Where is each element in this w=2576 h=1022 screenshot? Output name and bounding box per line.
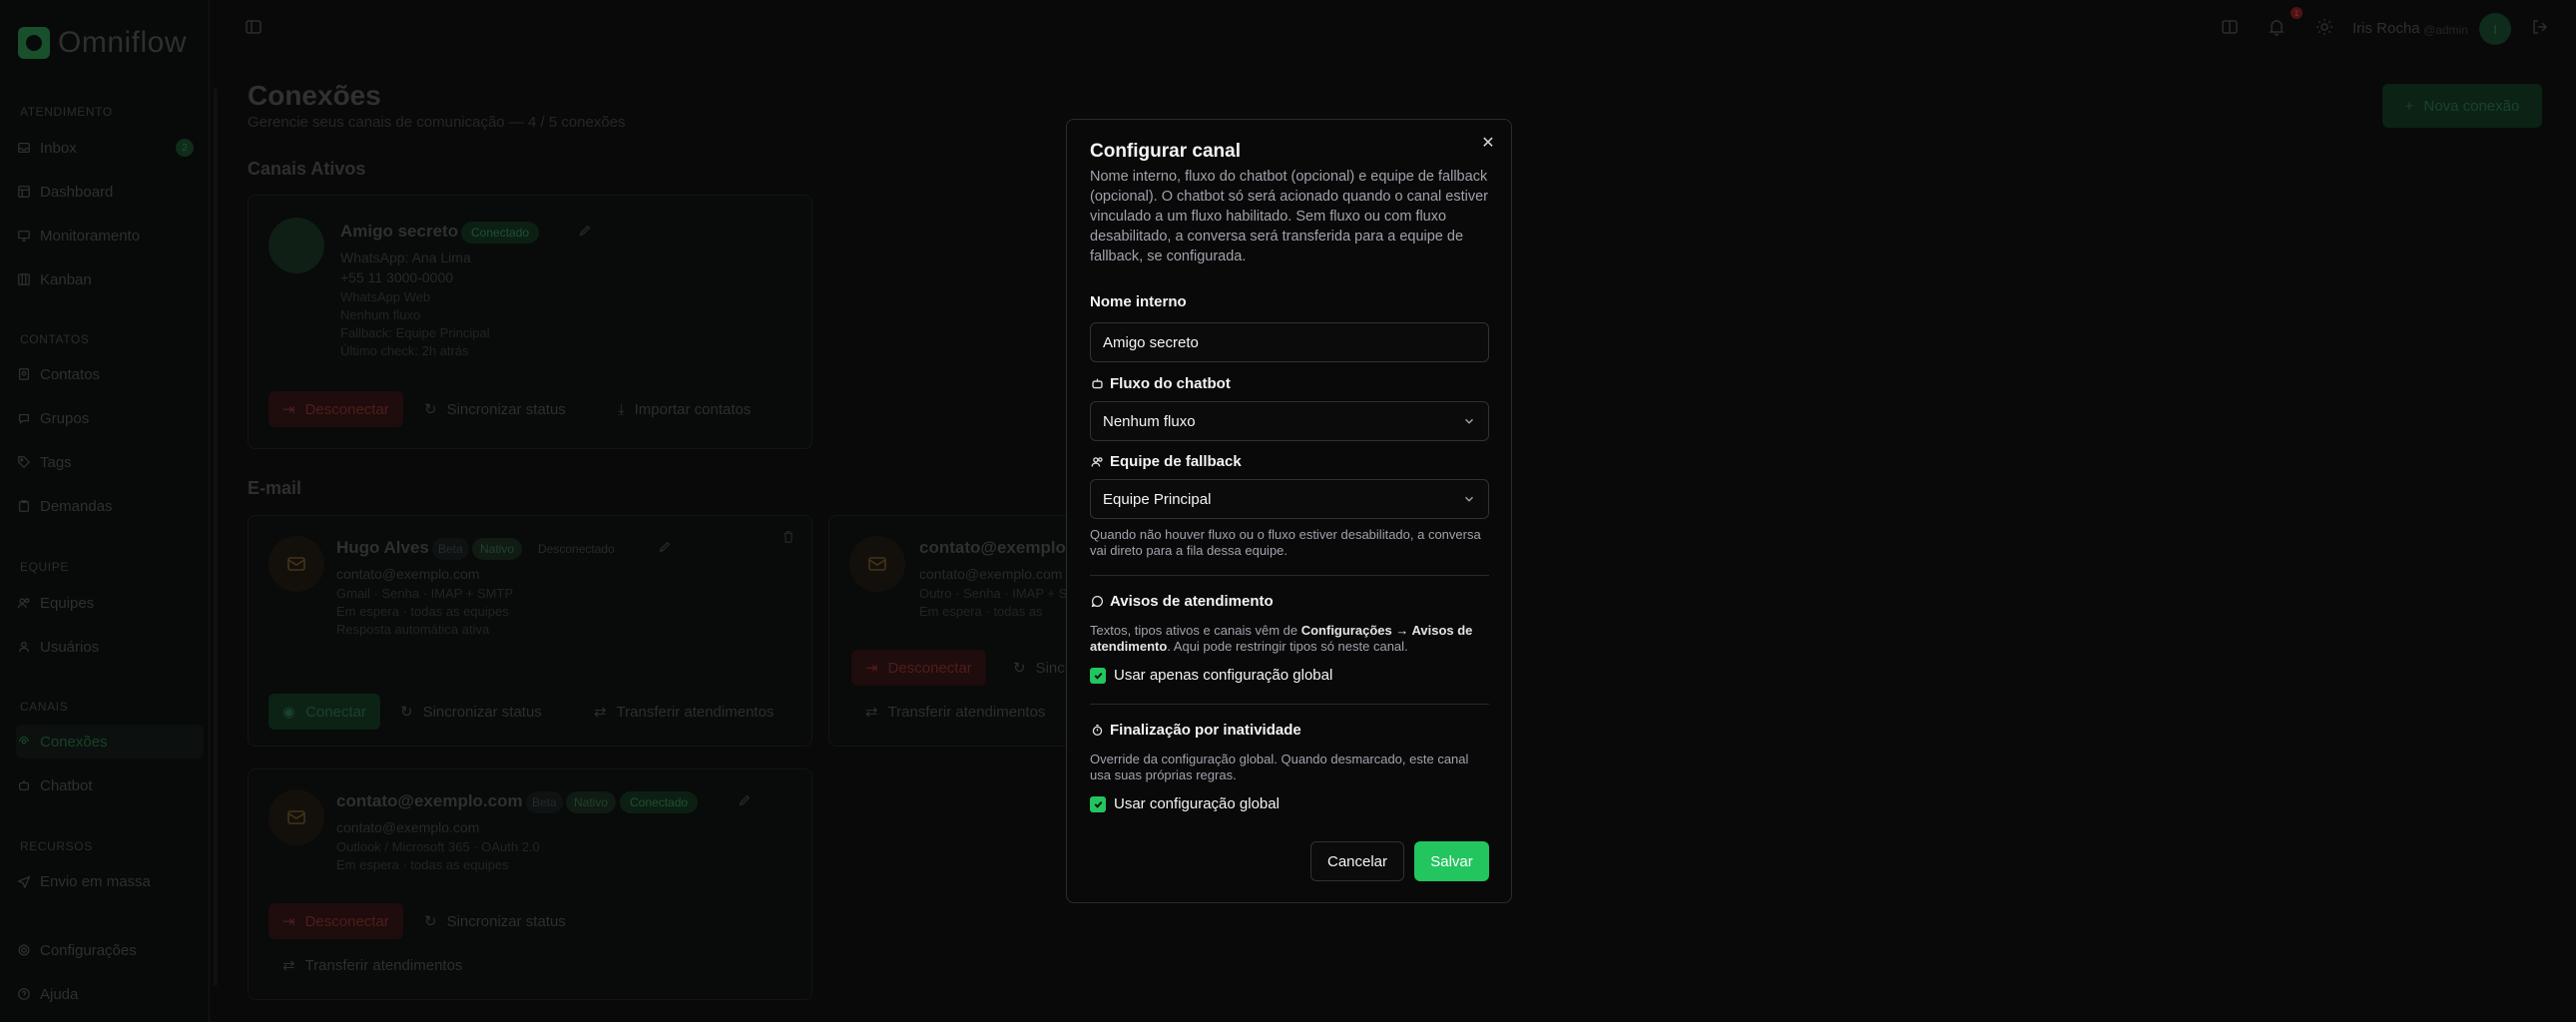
select-value: Equipe Principal: [1103, 490, 1212, 508]
divider: [1090, 704, 1489, 705]
internal-name-input[interactable]: [1090, 322, 1489, 362]
dialog-description: Nome interno, fluxo do chatbot (opcional…: [1090, 169, 1488, 264]
fallback-label: Equipe de fallback: [1090, 453, 1242, 470]
cancel-button[interactable]: Cancelar: [1310, 841, 1404, 881]
inactivity-label: Finalização por inatividade: [1090, 722, 1301, 739]
inactivity-global-checkbox[interactable]: Usar configuração global: [1090, 795, 1280, 812]
flow-label-text: Fluxo do chatbot: [1110, 375, 1231, 392]
chevron-down-icon: [1462, 414, 1476, 428]
message-circle-icon: [1090, 595, 1104, 609]
notices-help: Textos, tipos ativos e canais vêm de Con…: [1090, 623, 1489, 655]
timer-icon: [1090, 724, 1104, 738]
checkbox-label: Usar configuração global: [1114, 795, 1280, 812]
notices-label-text: Avisos de atendimento: [1110, 593, 1274, 610]
notices-global-checkbox[interactable]: Usar apenas configuração global: [1090, 667, 1332, 684]
checkbox-checked-icon[interactable]: [1090, 795, 1106, 812]
configure-channel-dialog: ✕ Configurar canal Nome interno, fluxo d…: [1066, 119, 1512, 903]
divider: [1090, 575, 1489, 576]
notices-label: Avisos de atendimento: [1090, 593, 1274, 610]
dialog-title: Configurar canal: [1090, 141, 1241, 162]
checkbox-checked-icon[interactable]: [1090, 667, 1106, 684]
checkbox-label: Usar apenas configuração global: [1114, 667, 1333, 684]
chevron-down-icon: [1462, 492, 1476, 506]
flow-label: Fluxo do chatbot: [1090, 375, 1231, 392]
fallback-team-select[interactable]: Equipe Principal: [1090, 479, 1489, 519]
name-label: Nome interno: [1090, 293, 1187, 310]
inactivity-label-text: Finalização por inatividade: [1110, 722, 1301, 739]
save-button[interactable]: Salvar: [1414, 841, 1489, 881]
select-value: Nenhum fluxo: [1103, 412, 1196, 430]
inactivity-help: Override da configuração global. Quando …: [1090, 752, 1469, 782]
bot-icon: [1090, 377, 1104, 391]
close-icon[interactable]: ✕: [1479, 134, 1497, 152]
help-text: . Aqui pode restringir tipos só neste ca…: [1167, 639, 1408, 654]
help-text: Textos, tipos ativos e canais vêm de: [1090, 623, 1301, 638]
chatbot-flow-select[interactable]: Nenhum fluxo: [1090, 401, 1489, 441]
fallback-help: Quando não houver fluxo ou o fluxo estiv…: [1090, 527, 1481, 558]
users-icon: [1090, 455, 1104, 469]
app-root: Omniflow ATENDIMENTO Inbox 2 Dashboard M…: [0, 0, 2576, 1022]
fallback-label-text: Equipe de fallback: [1110, 453, 1242, 470]
